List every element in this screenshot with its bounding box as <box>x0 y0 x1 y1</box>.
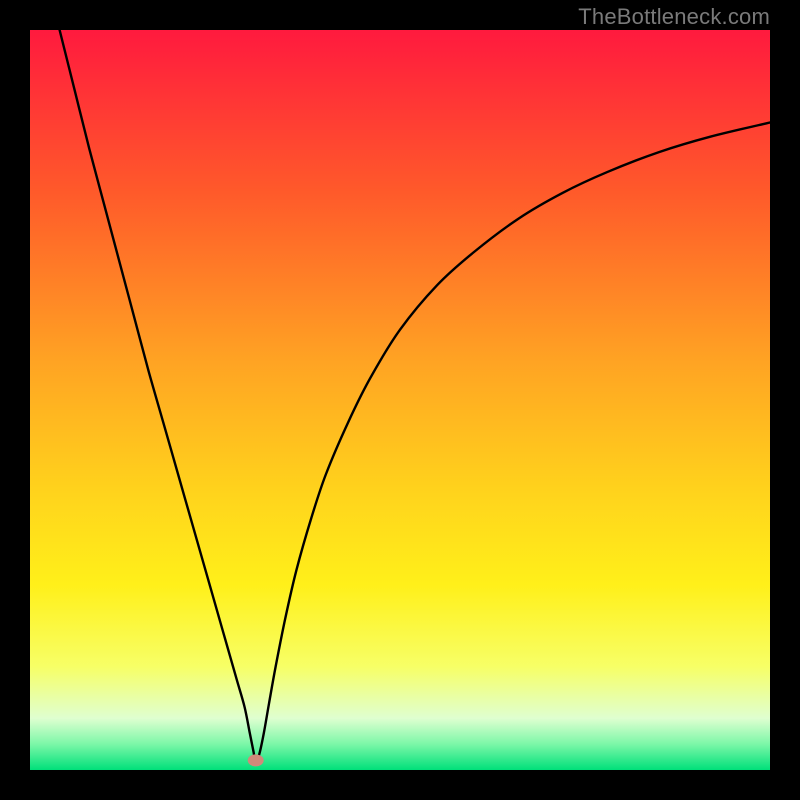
optimum-marker <box>248 754 264 766</box>
bottleneck-chart <box>30 30 770 770</box>
gradient-background <box>30 30 770 770</box>
chart-frame <box>30 30 770 770</box>
watermark: TheBottleneck.com <box>578 4 770 30</box>
